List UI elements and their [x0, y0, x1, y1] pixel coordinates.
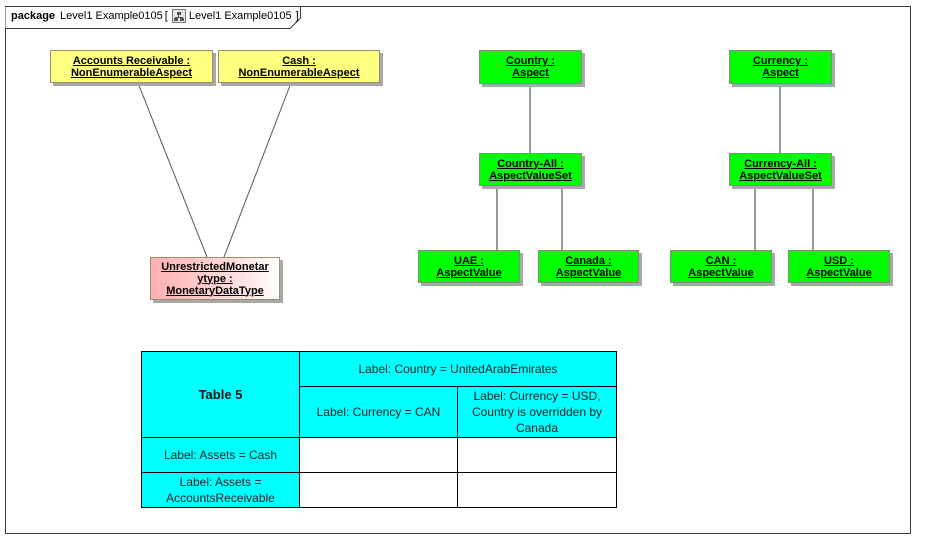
- table-row: Label: Assets = Cash: [141, 437, 617, 473]
- node-can[interactable]: CAN : AspectValue: [670, 250, 772, 283]
- node-country-all[interactable]: Country-All : AspectValueSet: [479, 153, 582, 186]
- node-label: UnrestrictedMonetar: [161, 260, 269, 273]
- node-type: AspectValue: [555, 266, 622, 279]
- node-label: Country :: [506, 55, 555, 67]
- node-label: Canada :: [565, 254, 612, 267]
- node-label: USD :: [824, 254, 854, 267]
- node-label: Country-All :: [497, 157, 564, 170]
- node-label: UAE :: [454, 254, 484, 267]
- link-accounts-receivable-unrestricted: [137, 82, 208, 258]
- table-row: Label: Assets = AccountsReceivable: [141, 472, 617, 508]
- node-currency[interactable]: Currency : Aspect: [729, 50, 832, 84]
- node-type: AspectValue: [806, 266, 872, 279]
- node-unrestricted-monetary-type[interactable]: UnrestrictedMonetar ytype : MonetaryData…: [150, 257, 280, 300]
- table-5: Table 5 Label: Country = UnitedArabEmira…: [141, 351, 617, 508]
- node-type: NonEnumerableAspect: [70, 66, 193, 79]
- node-type: AspectValue: [436, 266, 502, 279]
- node-label-cont: ytype :: [197, 272, 233, 285]
- header-currency-usd: Label: Currency = USD, Country is overri…: [457, 386, 617, 438]
- node-type: AspectValue: [688, 266, 754, 279]
- header-country: Label: Country = UnitedArabEmirates: [299, 351, 617, 387]
- node-type: NonEnumerableAspect: [238, 66, 360, 79]
- cell-ar-usd: [457, 472, 617, 508]
- node-cash[interactable]: Cash : NonEnumerableAspect: [218, 50, 380, 83]
- node-label: Accounts Receivable :: [72, 54, 191, 67]
- node-canada[interactable]: Canada : AspectValue: [538, 250, 639, 283]
- table-title: Table 5: [141, 351, 300, 438]
- node-type: AspectValueSet: [489, 169, 572, 182]
- node-uae[interactable]: UAE : AspectValue: [418, 250, 520, 283]
- node-country[interactable]: Country : Aspect: [479, 50, 582, 84]
- node-accounts-receivable[interactable]: Accounts Receivable : NonEnumerableAspec…: [50, 50, 213, 83]
- cell-cash-usd: [457, 437, 617, 473]
- row-label-accounts-receivable: Label: Assets = AccountsReceivable: [141, 472, 300, 508]
- node-type: Aspect: [762, 67, 799, 79]
- node-usd[interactable]: USD : AspectValue: [788, 250, 890, 283]
- node-currency-all[interactable]: Currency-All : AspectValueSet: [729, 153, 832, 186]
- node-type: Aspect: [512, 67, 549, 79]
- node-type: AspectValueSet: [739, 169, 822, 182]
- node-type: MonetaryDataType: [166, 284, 264, 297]
- row-label-cash: Label: Assets = Cash: [141, 437, 300, 473]
- node-label: CAN :: [705, 254, 737, 267]
- node-label: Cash :: [282, 54, 316, 67]
- cell-ar-can: [299, 472, 458, 508]
- header-currency-can: Label: Currency = CAN: [299, 386, 458, 438]
- node-label: Currency :: [752, 55, 809, 67]
- link-cash-unrestricted: [223, 82, 292, 258]
- node-label: Currency-All :: [744, 157, 817, 170]
- cell-cash-can: [299, 437, 458, 473]
